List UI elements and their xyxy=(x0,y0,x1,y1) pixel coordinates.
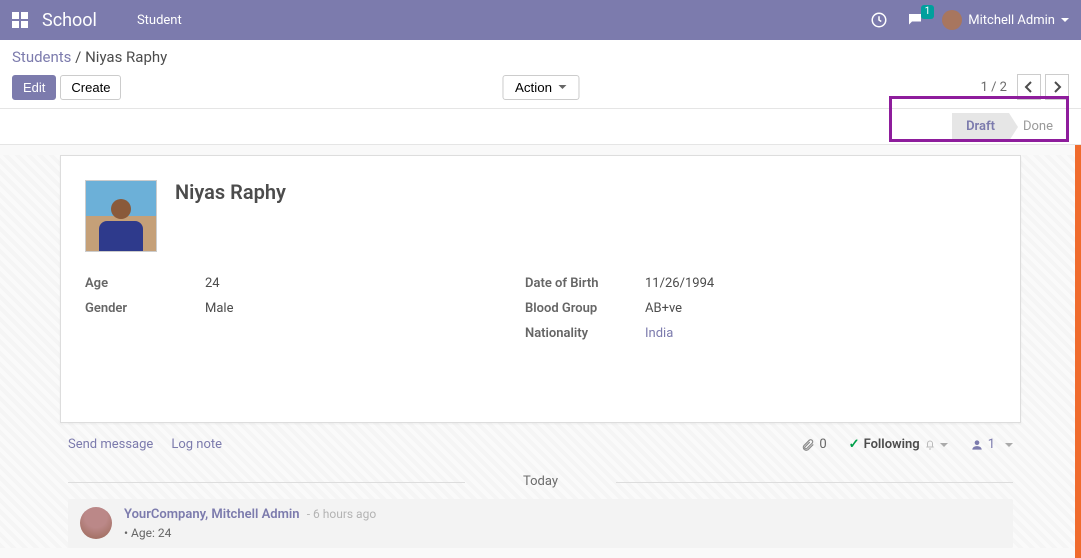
chevron-down-icon xyxy=(1005,443,1013,447)
message-avatar xyxy=(80,507,112,539)
record-title: Niyas Raphy xyxy=(175,180,286,252)
message-item: YourCompany, Mitchell Admin - 6 hours ag… xyxy=(68,499,1013,548)
form-sheet: Niyas Raphy Age 24 Gender Male Date of B… xyxy=(60,155,1021,423)
scrollbar-indicator xyxy=(1075,145,1081,558)
chevron-down-icon xyxy=(940,443,948,447)
activity-icon[interactable] xyxy=(870,11,888,29)
attachments-button[interactable]: 0 xyxy=(801,437,826,452)
message-author[interactable]: YourCompany, Mitchell Admin xyxy=(124,507,300,522)
user-name: Mitchell Admin xyxy=(968,13,1055,28)
control-panel: Students / Niyas Raphy Edit Create Actio… xyxy=(0,40,1081,109)
check-icon: ✓ xyxy=(849,437,860,452)
form-view: Niyas Raphy Age 24 Gender Male Date of B… xyxy=(0,155,1081,548)
field-gender: Gender Male xyxy=(85,301,405,316)
send-message-button[interactable]: Send message xyxy=(68,437,153,452)
discuss-icon[interactable]: 1 xyxy=(906,11,924,29)
field-age: Age 24 xyxy=(85,276,405,291)
breadcrumb: Students / Niyas Raphy xyxy=(12,48,1069,66)
action-dropdown[interactable]: Action xyxy=(502,75,579,100)
user-menu[interactable]: Mitchell Admin xyxy=(942,10,1069,30)
field-dob: Date of Birth 11/26/1994 xyxy=(525,276,714,291)
pager-next-button[interactable] xyxy=(1045,74,1069,100)
apps-icon[interactable] xyxy=(12,12,28,28)
chatter: Send message Log note 0 ✓ Following 1 xyxy=(0,423,1081,548)
top-navbar: School Student 1 Mitchell Admin xyxy=(0,0,1081,40)
field-blood-group: Blood Group AB+ve xyxy=(525,301,714,316)
status-draft[interactable]: Draft xyxy=(952,113,1009,140)
create-button[interactable]: Create xyxy=(60,75,121,100)
chevron-down-icon xyxy=(558,85,566,89)
brand-title[interactable]: School xyxy=(42,10,97,31)
record-image[interactable] xyxy=(85,180,157,252)
date-separator: Today xyxy=(68,474,1013,489)
log-note-button[interactable]: Log note xyxy=(171,437,222,452)
breadcrumb-parent[interactable]: Students xyxy=(12,48,71,66)
following-button[interactable]: ✓ Following xyxy=(849,437,948,452)
menu-student[interactable]: Student xyxy=(137,13,182,28)
message-line: Age: 24 xyxy=(124,526,171,540)
user-avatar-icon xyxy=(942,10,962,30)
followers-button[interactable]: 1 xyxy=(970,437,1013,452)
edit-button[interactable]: Edit xyxy=(12,75,56,100)
chevron-down-icon xyxy=(1061,18,1069,22)
breadcrumb-current: Niyas Raphy xyxy=(85,48,167,66)
messages-badge: 1 xyxy=(921,5,935,19)
status-done[interactable]: Done xyxy=(1009,113,1067,140)
pager-count[interactable]: 1 / 2 xyxy=(981,80,1007,95)
field-nationality: Nationality India xyxy=(525,326,714,341)
message-time: - 6 hours ago xyxy=(307,507,376,521)
person-icon xyxy=(970,438,984,452)
statusbar: Draft Done xyxy=(0,109,1081,145)
bell-icon xyxy=(924,438,936,452)
pager-prev-button[interactable] xyxy=(1017,74,1041,100)
